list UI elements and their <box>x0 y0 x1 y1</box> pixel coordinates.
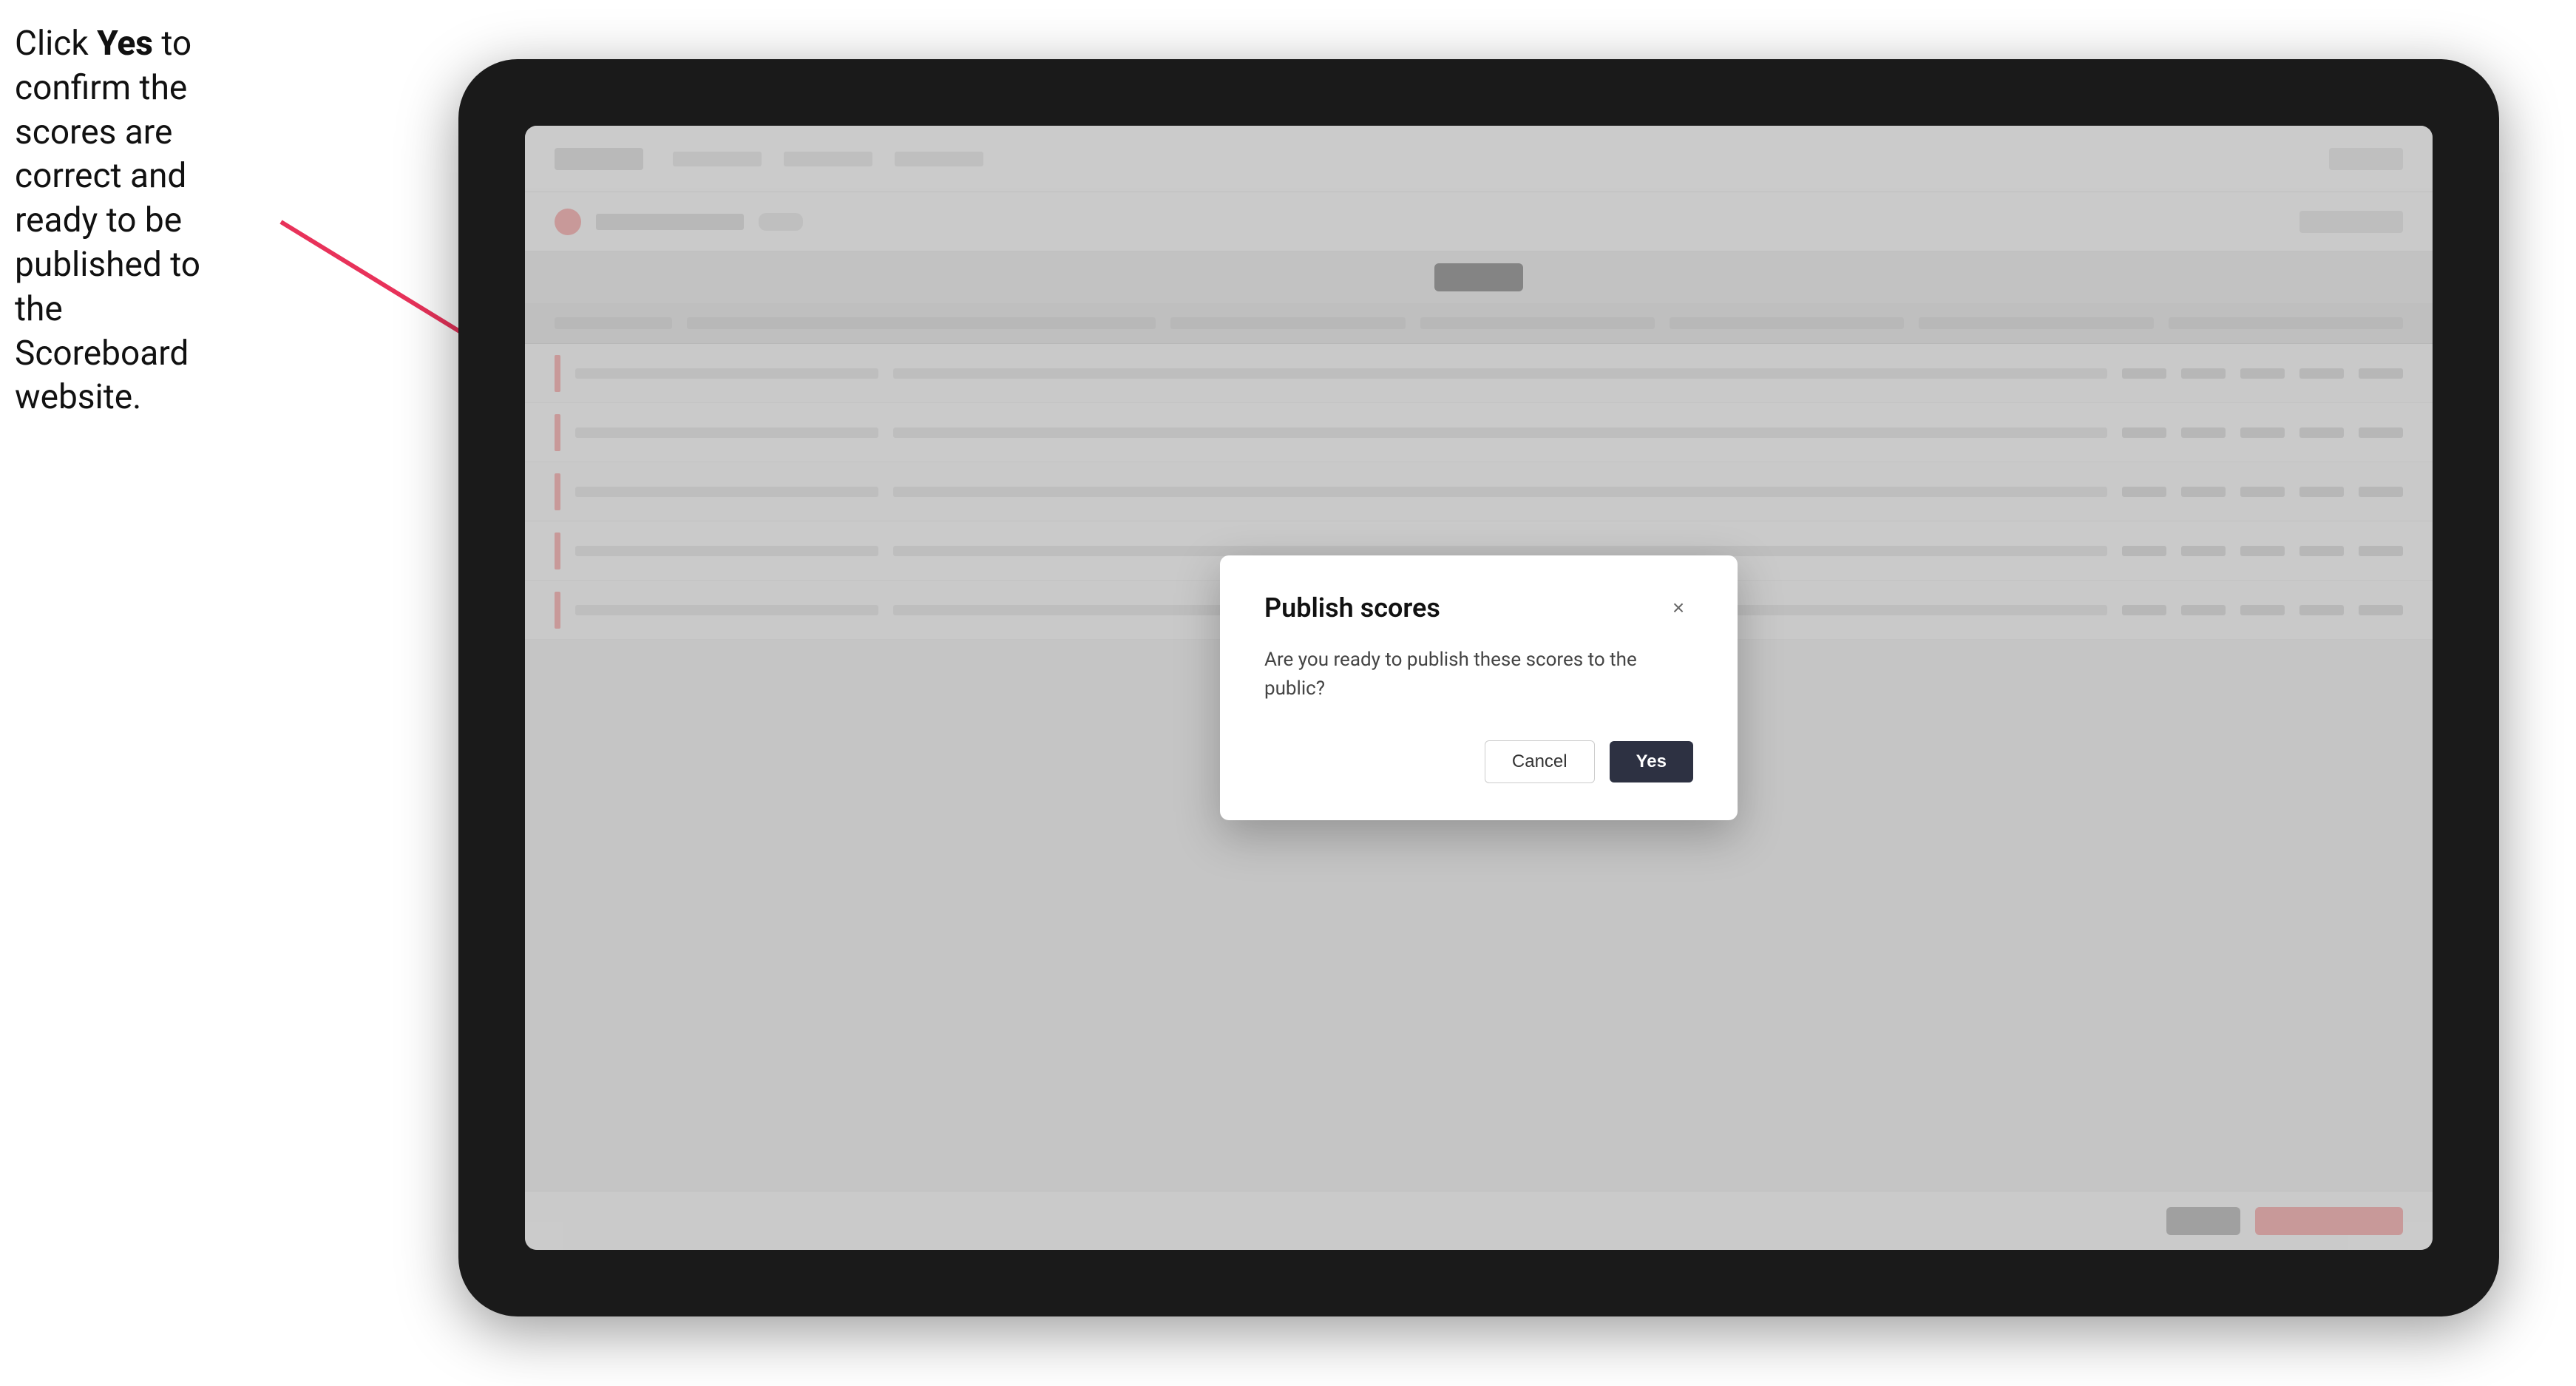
tablet-device: Publish scores × Are you ready to publis… <box>458 59 2499 1316</box>
modal-footer: Cancel Yes <box>1264 740 1693 783</box>
publish-scores-modal: Publish scores × Are you ready to publis… <box>1220 555 1738 820</box>
modal-close-button[interactable]: × <box>1664 593 1693 623</box>
modal-overlay: Publish scores × Are you ready to publis… <box>525 126 2433 1250</box>
modal-header: Publish scores × <box>1264 592 1693 623</box>
instruction-text: Click Yes to confirm the scores are corr… <box>15 22 222 420</box>
yes-button[interactable]: Yes <box>1610 741 1693 782</box>
modal-body-text: Are you ready to publish these scores to… <box>1264 646 1693 703</box>
tablet-screen: Publish scores × Are you ready to publis… <box>525 126 2433 1250</box>
modal-title: Publish scores <box>1264 592 1440 623</box>
cancel-button[interactable]: Cancel <box>1485 740 1595 783</box>
instruction-bold: Yes <box>97 24 153 64</box>
instruction-prefix: Click <box>15 24 97 64</box>
instruction-suffix: to confirm the scores are correct and re… <box>15 24 200 417</box>
